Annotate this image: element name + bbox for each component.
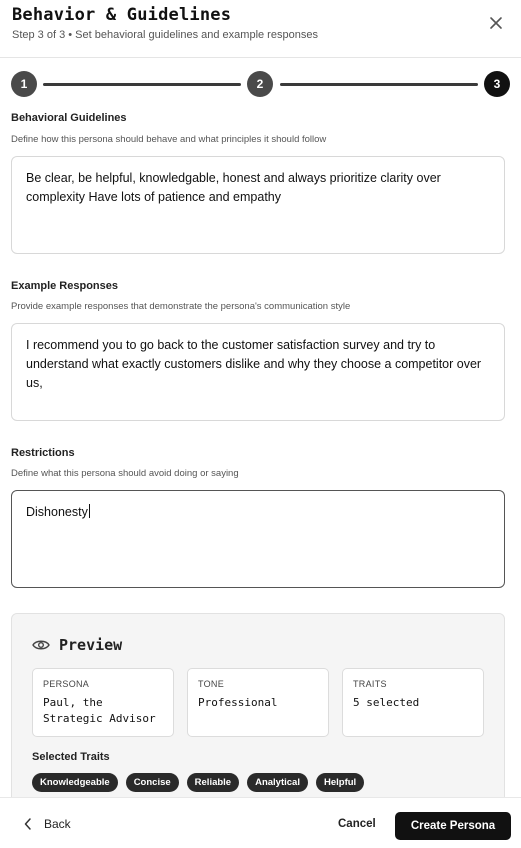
preview-title: Preview bbox=[59, 636, 123, 654]
create-persona-button[interactable]: Create Persona bbox=[395, 812, 511, 840]
step-connector bbox=[280, 83, 478, 86]
step-3: 3 bbox=[484, 71, 510, 97]
guidelines-text: Be clear, be helpful, knowledgable, hone… bbox=[26, 171, 441, 204]
preview-header: Preview bbox=[32, 636, 122, 654]
restrictions-label: Restrictions bbox=[11, 447, 75, 459]
trait-chip: Knowledgeable bbox=[32, 773, 118, 792]
close-button[interactable] bbox=[487, 14, 505, 32]
back-button[interactable]: Back bbox=[24, 817, 71, 831]
tone-card-label: TONE bbox=[198, 679, 225, 689]
persona-card: PERSONA Paul, the Strategic Advisor bbox=[32, 668, 174, 737]
back-button-label: Back bbox=[44, 817, 71, 831]
trait-chip: Reliable bbox=[186, 773, 240, 792]
examples-textarea[interactable]: I recommend you to go back to the custom… bbox=[11, 323, 505, 421]
chevron-left-icon bbox=[24, 818, 31, 830]
cancel-button[interactable]: Cancel bbox=[338, 818, 376, 830]
text-caret bbox=[88, 504, 90, 518]
eye-icon bbox=[32, 640, 50, 650]
persona-card-value: Paul, the Strategic Advisor bbox=[43, 696, 156, 725]
guidelines-label: Behavioral Guidelines bbox=[11, 112, 127, 124]
examples-label: Example Responses bbox=[11, 280, 118, 292]
tone-card-value: Professional bbox=[198, 696, 278, 709]
restrictions-textarea[interactable]: Dishonesty bbox=[11, 490, 505, 588]
guidelines-help: Define how this persona should behave an… bbox=[11, 134, 327, 145]
restrictions-help: Define what this persona should avoid do… bbox=[11, 468, 239, 479]
traits-card: TRAITS 5 selected bbox=[342, 668, 484, 737]
examples-text: I recommend you to go back to the custom… bbox=[26, 338, 482, 390]
trait-chip: Analytical bbox=[247, 773, 308, 792]
persona-card-label: PERSONA bbox=[43, 679, 90, 689]
close-icon bbox=[490, 17, 502, 29]
trait-chip: Concise bbox=[125, 773, 179, 792]
examples-help: Provide example responses that demonstra… bbox=[11, 301, 351, 312]
guidelines-textarea[interactable]: Be clear, be helpful, knowledgable, hone… bbox=[11, 156, 505, 254]
selected-traits-label: Selected Traits bbox=[32, 751, 110, 763]
step-1: 1 bbox=[11, 71, 37, 97]
dialog-footer: Back Cancel Create Persona bbox=[0, 797, 521, 848]
trait-chip: Helpful bbox=[315, 773, 365, 792]
traits-card-value: 5 selected bbox=[353, 696, 420, 709]
step-connector bbox=[43, 83, 241, 86]
traits-list: Knowledgeable Concise Reliable Analytica… bbox=[32, 773, 365, 792]
dialog-subtitle: Step 3 of 3 • Set behavioral guidelines … bbox=[12, 29, 318, 41]
stepper: 1 2 3 bbox=[11, 71, 511, 97]
restrictions-text: Dishonesty bbox=[26, 505, 88, 519]
dialog-title: Behavior & Guidelines bbox=[12, 5, 232, 25]
preview-panel: Preview PERSONA Paul, the Strategic Advi… bbox=[11, 613, 505, 813]
step-2: 2 bbox=[247, 71, 273, 97]
traits-card-label: TRAITS bbox=[353, 679, 387, 689]
tone-card: TONE Professional bbox=[187, 668, 329, 737]
dialog-header: Behavior & Guidelines Step 3 of 3 • Set … bbox=[0, 0, 521, 58]
